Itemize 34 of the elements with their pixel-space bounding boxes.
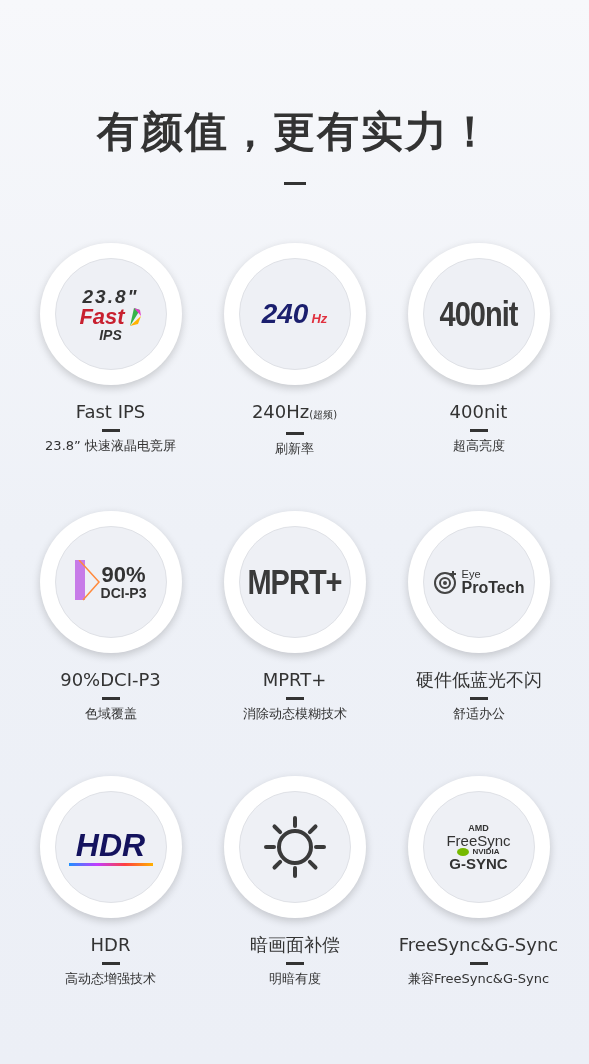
logo-text: Hz xyxy=(311,312,328,325)
logo-text: 240 xyxy=(261,300,309,328)
feature-subtitle: 刷新率 xyxy=(275,440,314,458)
logo-text: AMD xyxy=(468,823,489,833)
feature-title: Fast IPS xyxy=(75,400,146,424)
logo-text: Eye xyxy=(461,568,481,580)
feature-title: 240Hz(超频) xyxy=(251,400,338,424)
feature-subtitle: 舒适办公 xyxy=(452,705,505,723)
feature-title: FreeSync&G-Sync xyxy=(398,933,559,957)
logo-text: MPRT+ xyxy=(247,564,342,600)
logo-text: G-SYNC xyxy=(449,855,508,871)
feature-title: 90%DCI-P3 xyxy=(60,668,161,692)
logo-text: 90% xyxy=(101,564,146,586)
feature-title: 暗画面补偿 xyxy=(249,933,340,957)
feature-subtitle: 高动态增强技术 xyxy=(65,970,156,988)
feature-subtitle: 23.8” 快速液晶电竞屏 xyxy=(45,437,176,455)
logo-text: HDR xyxy=(75,828,146,861)
feature-subtitle: 超高亮度 xyxy=(452,437,505,455)
logo-text: 400nit xyxy=(439,296,518,332)
logo-text: IPS xyxy=(99,327,122,342)
feature-title: HDR xyxy=(90,933,131,957)
feature-title: 硬件低蓝光不闪 xyxy=(415,668,542,692)
logo-text: 23.8" xyxy=(82,286,139,306)
feature-subtitle: 兼容FreeSync&G-Sync xyxy=(407,970,550,988)
feature-title: 400nit xyxy=(449,400,508,424)
feature-subtitle: 色域覆盖 xyxy=(84,705,137,723)
logo-text: DCI-P3 xyxy=(100,586,147,600)
feature-title: MPRT+ xyxy=(262,668,327,692)
feature-subtitle: 消除动态模糊技术 xyxy=(242,705,347,723)
feature-subtitle: 明暗有度 xyxy=(268,970,321,988)
logo-text: ProTech xyxy=(461,579,525,596)
logo-text: FreeSync xyxy=(446,832,511,848)
logo-text: Fast xyxy=(79,305,125,328)
page-heading: 有颜值，更有实力！ xyxy=(96,106,493,158)
